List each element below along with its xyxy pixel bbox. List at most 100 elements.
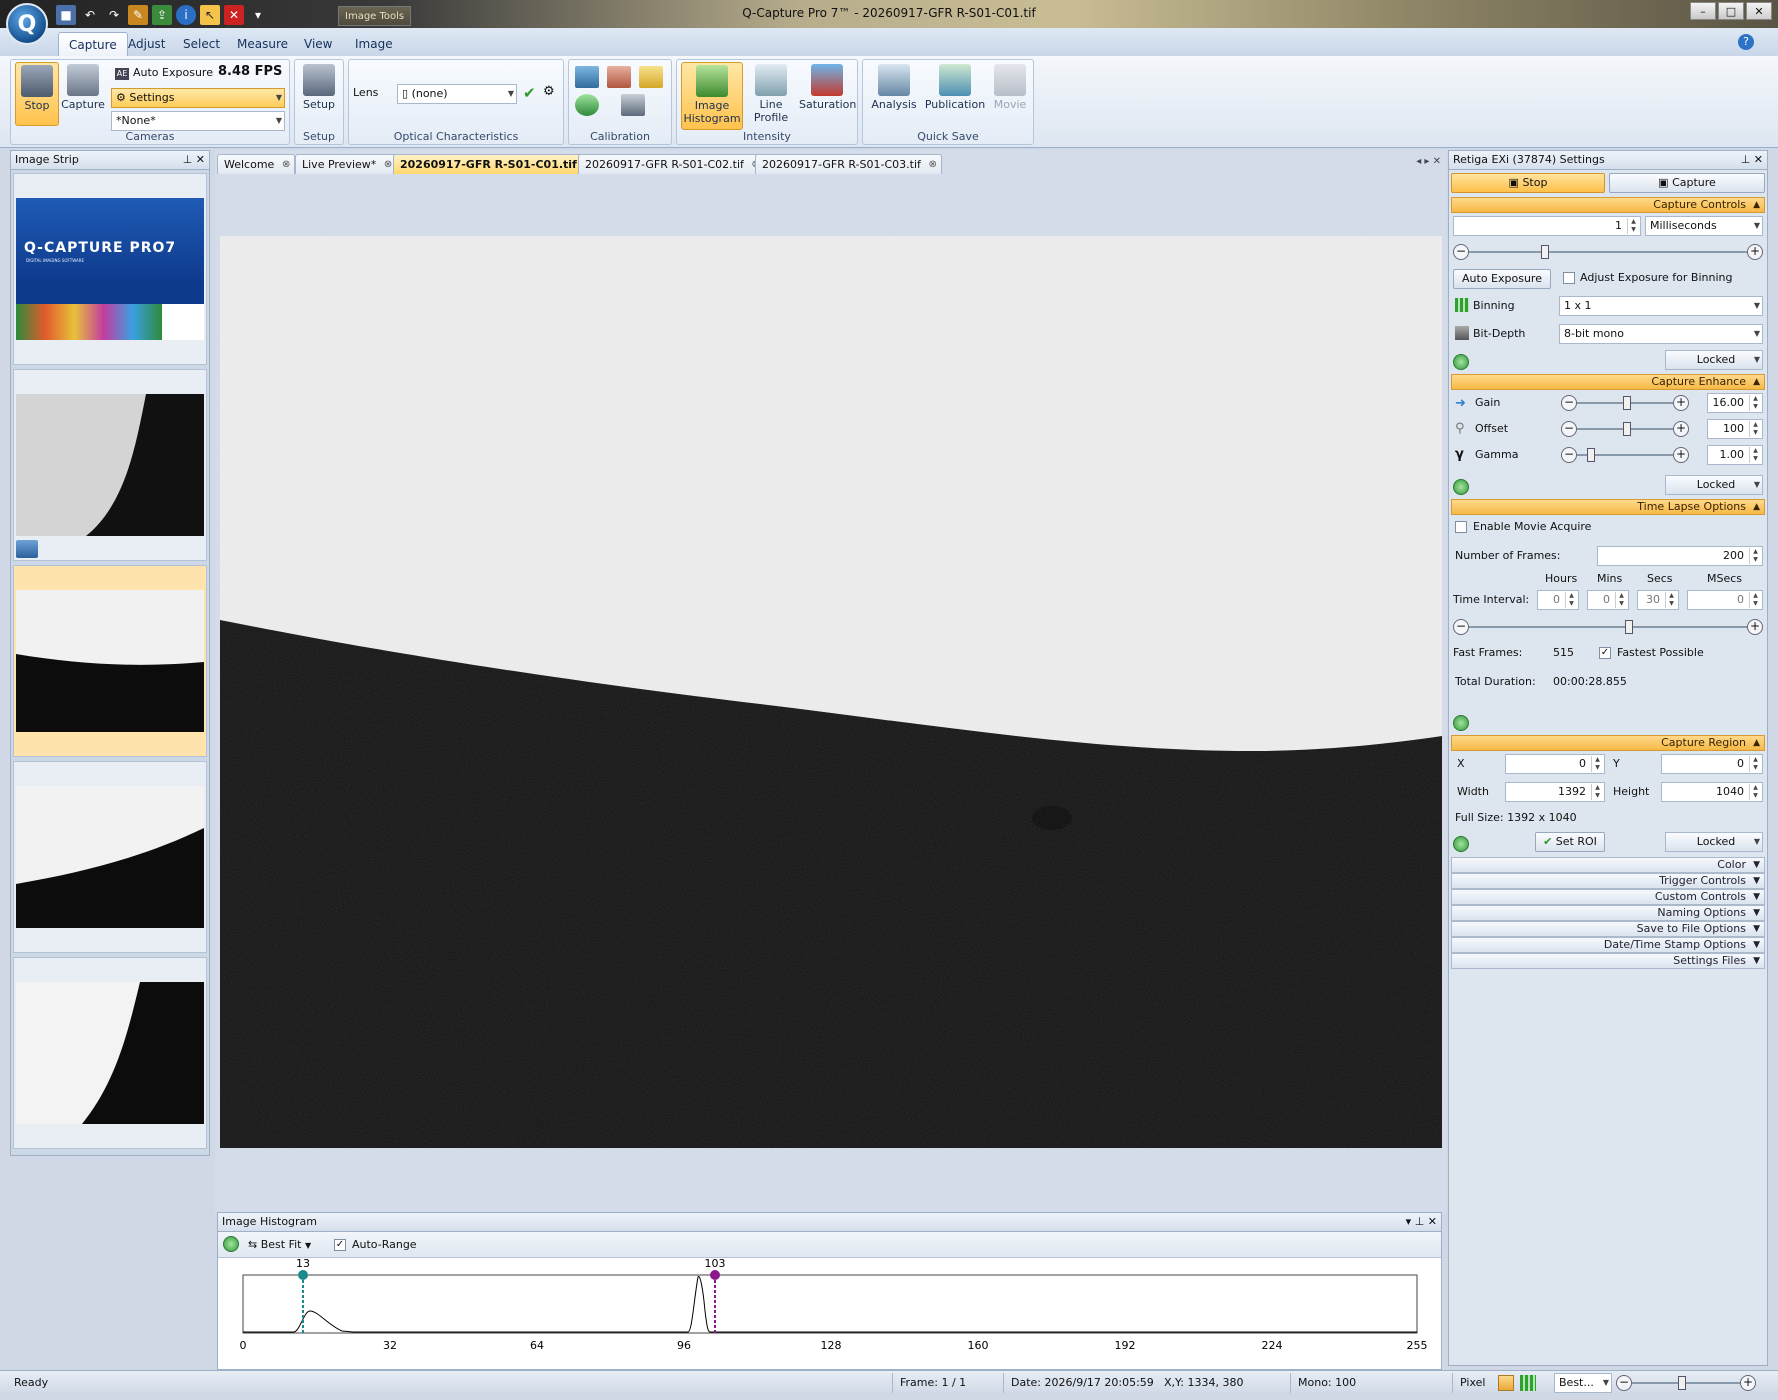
spinner-icon[interactable]: ▲ ▼ (1749, 784, 1761, 800)
tab-measure[interactable]: Measure (227, 32, 298, 56)
refresh-icon[interactable] (1453, 836, 1469, 852)
setup-button[interactable]: Setup (297, 62, 341, 126)
grid-view-icon[interactable] (1520, 1375, 1536, 1391)
thumbnail-2[interactable] (13, 369, 207, 561)
fastest-possible-checkbox[interactable]: ✓ (1599, 647, 1611, 659)
locked-select-1[interactable]: Locked ▼ (1665, 350, 1763, 370)
interval-hours-input[interactable]: 0 ▲ ▼ (1537, 590, 1579, 610)
analysis-button[interactable]: Analysis (867, 62, 921, 126)
tab-c01[interactable]: 20260917-GFR R-S01-C01.tif⊗ (393, 154, 598, 174)
image-canvas[interactable] (220, 236, 1442, 1148)
thumbnail-4[interactable] (13, 761, 207, 953)
pin-close-icons[interactable]: ⊥ ✕ (1741, 151, 1763, 169)
locked-select-3[interactable]: Locked ▼ (1665, 832, 1763, 852)
lens-settings-icon[interactable]: ⚙ (543, 84, 555, 99)
exposure-slider[interactable]: − + (1453, 244, 1763, 260)
reset-icon[interactable] (575, 94, 599, 116)
plus-icon[interactable]: + (1673, 395, 1689, 411)
refresh-icon[interactable] (223, 1236, 239, 1252)
spinner-icon[interactable]: ▲ ▼ (1749, 592, 1761, 608)
section-naming-options[interactable]: Naming Options ▼ (1451, 905, 1765, 921)
tab-adjust[interactable]: Adjust (118, 32, 176, 56)
section-custom-controls[interactable]: Custom Controls ▼ (1451, 889, 1765, 905)
spinner-icon[interactable]: ▲ ▼ (1591, 784, 1603, 800)
bit-depth-select[interactable]: 8-bit mono ▼ (1559, 324, 1763, 344)
image-histogram-button[interactable]: Image Histogram (681, 62, 743, 130)
calibrate-icon[interactable] (575, 66, 599, 88)
plus-icon[interactable]: + (1740, 1375, 1756, 1391)
slider-thumb[interactable] (1623, 422, 1631, 436)
tab-c03[interactable]: 20260917-GFR R-S01-C03.tif ⊗ (755, 154, 942, 174)
close-icon[interactable]: ✕ (1746, 2, 1772, 20)
maximize-icon[interactable]: □ (1718, 2, 1744, 20)
refresh-icon[interactable] (1453, 354, 1469, 370)
spinner-icon[interactable]: ▲ ▼ (1749, 756, 1761, 772)
plus-icon[interactable]: + (1673, 447, 1689, 463)
spinner-icon[interactable]: ▲ ▼ (1591, 756, 1603, 772)
set-roi-button[interactable]: ✔ Set ROI (1535, 832, 1605, 852)
brush-icon[interactable] (607, 66, 631, 88)
settings-stop-button[interactable]: ▣ Stop (1451, 173, 1605, 193)
minus-icon[interactable]: − (1561, 421, 1577, 437)
slider-thumb[interactable] (1625, 620, 1633, 634)
plus-icon[interactable]: + (1673, 421, 1689, 437)
settings-dropdown[interactable]: ⚙ Settings ▼ (111, 88, 285, 108)
exposure-unit-select[interactable]: Milliseconds ▼ (1645, 216, 1763, 236)
apply-check-icon[interactable]: ✔ (523, 84, 536, 102)
section-capture-controls[interactable]: Capture Controls ▲ (1451, 197, 1765, 213)
plus-icon[interactable]: + (1747, 619, 1763, 635)
close-icon[interactable]: ⊗ (384, 155, 392, 175)
tab-image[interactable]: Image (345, 32, 403, 56)
tab-live-preview[interactable]: Live Preview* ⊗ (295, 154, 398, 175)
thumbnail-splash[interactable]: Q-CAPTURE PRO7 DIGITAL IMAGING SOFTWARE (13, 173, 207, 365)
histogram-panel-controls[interactable]: ▾ ⊥ ✕ (1406, 1213, 1437, 1231)
plus-icon[interactable]: + (1747, 244, 1763, 260)
thumbnail-3-selected[interactable] (13, 565, 207, 757)
stop-button[interactable]: Stop (15, 62, 59, 126)
x-input[interactable]: 0 ▲ ▼ (1505, 754, 1605, 774)
height-input[interactable]: 1040 ▲ ▼ (1661, 782, 1763, 802)
gamma-input[interactable]: 1.00 ▲ ▼ (1707, 445, 1763, 465)
preset-select[interactable]: *None* ▼ (111, 111, 285, 131)
settings-capture-button[interactable]: ▣ Capture (1609, 173, 1765, 193)
interval-msecs-input[interactable]: 0 ▲ ▼ (1687, 590, 1763, 610)
section-time-lapse[interactable]: Time Lapse Options ▲ (1451, 499, 1765, 515)
section-capture-enhance[interactable]: Capture Enhance ▲ (1451, 374, 1765, 390)
tab-c02[interactable]: 20260917-GFR R-S01-C02.tif⊗ (578, 154, 765, 174)
interval-slider[interactable]: − + (1453, 619, 1763, 635)
publication-button[interactable]: Publication (923, 62, 987, 126)
zoom-select[interactable]: Best... ▼ (1554, 1373, 1612, 1393)
enable-movie-checkbox[interactable] (1455, 521, 1467, 533)
best-fit-dropdown[interactable]: ⇆ Best Fit ▼ (248, 1238, 311, 1251)
width-input[interactable]: 1392 ▲ ▼ (1505, 782, 1605, 802)
interval-secs-input[interactable]: 30 ▲ ▼ (1637, 590, 1679, 610)
gamma-slider[interactable]: − + (1561, 447, 1689, 463)
y-input[interactable]: 0 ▲ ▼ (1661, 754, 1763, 774)
spinner-icon[interactable]: ▲ ▼ (1565, 592, 1577, 608)
line-profile-button[interactable]: Line Profile (745, 62, 797, 126)
pin-close-icons[interactable]: ⊥ ✕ (183, 151, 205, 169)
status-pixel-unit[interactable]: Pixel (1460, 1375, 1485, 1391)
tab-select[interactable]: Select (173, 32, 230, 56)
thumbnail-5[interactable] (13, 957, 207, 1149)
tab-nav-icons[interactable]: ◂ ▸ ✕ (1416, 156, 1441, 167)
section-trigger-controls[interactable]: Trigger Controls ▼ (1451, 873, 1765, 889)
capture-button[interactable]: Capture (61, 62, 105, 126)
zoom-slider[interactable]: − + (1616, 1375, 1756, 1391)
locked-select-2[interactable]: Locked ▼ (1665, 475, 1763, 495)
spinner-icon[interactable]: ▲ ▼ (1615, 592, 1627, 608)
minus-icon[interactable]: − (1453, 619, 1469, 635)
spinner-icon[interactable]: ▲ ▼ (1665, 592, 1677, 608)
spinner-icon[interactable]: ▲ ▼ (1749, 421, 1761, 437)
auto-range-checkbox[interactable]: ✓ (334, 1239, 346, 1251)
refresh-icon[interactable] (1453, 479, 1469, 495)
minus-icon[interactable]: − (1453, 244, 1469, 260)
slider-thumb[interactable] (1678, 1376, 1686, 1390)
slider-thumb[interactable] (1587, 448, 1595, 462)
adjust-binning-checkbox[interactable] (1563, 272, 1575, 284)
section-capture-region[interactable]: Capture Region ▲ (1451, 735, 1765, 751)
offset-input[interactable]: 100 ▲ ▼ (1707, 419, 1763, 439)
binning-select[interactable]: 1 x 1 ▼ (1559, 296, 1763, 316)
spinner-icon[interactable]: ▲ ▼ (1749, 447, 1761, 463)
num-frames-input[interactable]: 200 ▲ ▼ (1597, 546, 1763, 566)
